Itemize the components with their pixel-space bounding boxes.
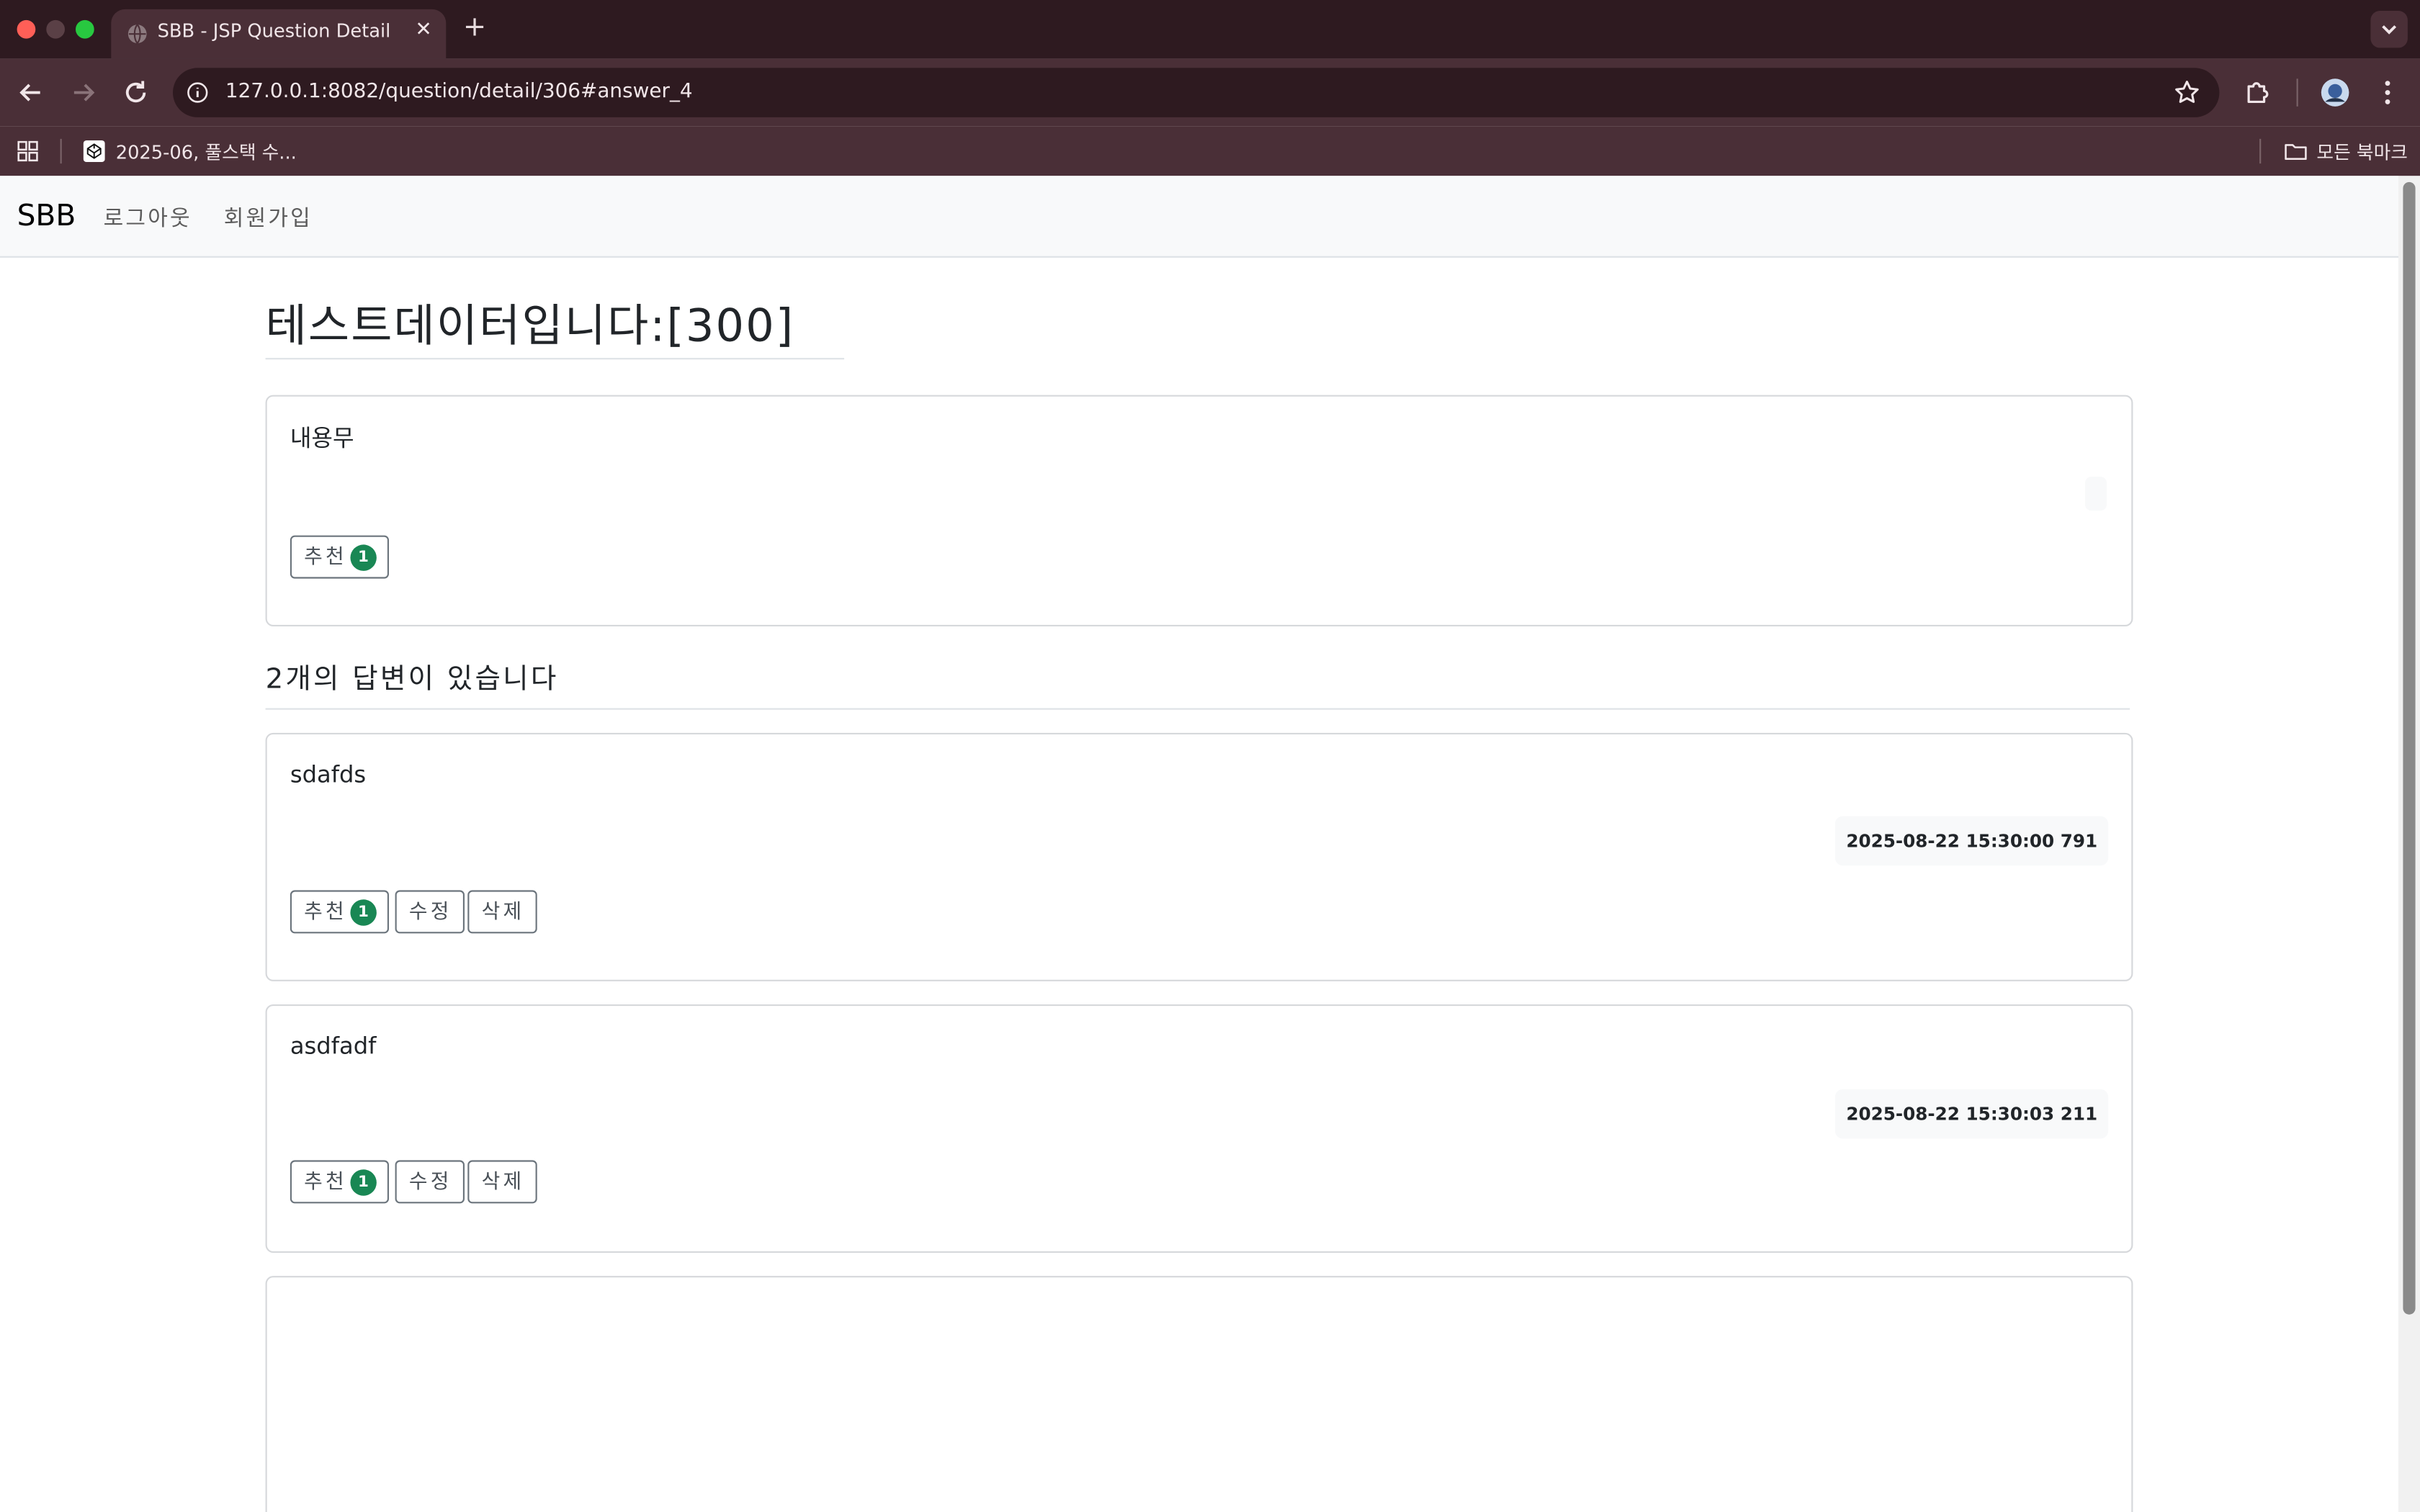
tab-title: SBB - JSP Question Detail xyxy=(157,19,391,42)
address-bar[interactable]: 127.0.0.1:8082/question/detail/306#answe… xyxy=(173,68,2220,117)
close-window-button[interactable] xyxy=(17,19,36,39)
all-bookmarks-label: 모든 북마크 xyxy=(2316,142,2408,164)
answer-content: sdafds xyxy=(290,760,367,788)
tab-close-icon[interactable]: ✕ xyxy=(415,19,431,42)
url-text: 127.0.0.1:8082/question/detail/306#answe… xyxy=(225,80,693,104)
reload-icon[interactable] xyxy=(120,77,151,108)
bookmarks-divider-right xyxy=(2259,138,2262,164)
minimize-window-button[interactable] xyxy=(46,19,65,39)
page-content: SBB 로그아웃 회원가입 테스트데이터입니다:[300] 내용무 추천 1 2개… xyxy=(0,176,2398,1512)
vote-label: 추천 xyxy=(304,546,347,570)
vote-count-badge: 1 xyxy=(350,544,377,571)
back-arrow-icon[interactable] xyxy=(15,77,46,108)
apps-grid-icon[interactable] xyxy=(17,140,39,162)
bookmarks-bar: 2025-06, 풀스택 수... 모든 북마크 xyxy=(0,126,2420,176)
all-bookmarks-button[interactable]: 모든 북마크 xyxy=(2284,127,2408,176)
site-navbar: SBB 로그아웃 회원가입 xyxy=(0,176,2398,258)
answer-vote-button[interactable]: 추천 1 xyxy=(290,1160,389,1204)
site-info-icon[interactable] xyxy=(187,82,208,104)
question-date-badge xyxy=(2085,477,2107,511)
chevron-down-icon xyxy=(2382,25,2397,35)
vote-count-badge: 1 xyxy=(350,899,377,926)
maximize-window-button[interactable] xyxy=(76,19,94,39)
answer-delete-button[interactable]: 삭제 xyxy=(467,890,537,934)
title-divider xyxy=(265,358,845,360)
browser-tab-bar: SBB - JSP Question Detail ✕ + xyxy=(0,0,2420,59)
profile-avatar-icon[interactable] xyxy=(2320,77,2351,108)
answer-edit-button[interactable]: 수정 xyxy=(395,890,465,934)
vote-count-badge: 1 xyxy=(350,1169,377,1196)
answer-content: asdfadf xyxy=(290,1032,377,1061)
browser-toolbar: 127.0.0.1:8082/question/detail/306#answe… xyxy=(0,58,2420,127)
logout-link[interactable]: 로그아웃 xyxy=(104,202,192,233)
bookmark-label: 2025-06, 풀스택 수... xyxy=(115,142,297,164)
bookmarks-divider xyxy=(60,138,62,164)
globe-icon xyxy=(127,24,147,44)
answer-card: asdfadf 2025-08-22 15:30:03 211 추천 1 수정 삭… xyxy=(265,1004,2133,1253)
answer-vote-button[interactable]: 추천 1 xyxy=(290,890,389,934)
brand-logo[interactable]: SBB xyxy=(17,199,76,233)
forward-arrow-icon[interactable] xyxy=(68,77,99,108)
answer-date-badge: 2025-08-22 15:30:03 211 xyxy=(1835,1089,2109,1139)
answer-edit-button[interactable]: 수정 xyxy=(395,1160,465,1204)
question-card: 내용무 추천 1 xyxy=(265,395,2133,626)
question-content: 내용무 xyxy=(290,424,354,452)
answer-card: sdafds 2025-08-22 15:30:00 791 추천 1 수정 삭제 xyxy=(265,732,2133,981)
answer-date-badge: 2025-08-22 15:30:00 791 xyxy=(1835,816,2109,866)
new-tab-plus-icon[interactable]: + xyxy=(463,11,486,43)
tab-search-button[interactable] xyxy=(2370,11,2408,48)
extensions-puzzle-icon[interactable] xyxy=(2243,77,2274,108)
scrollbar-thumb[interactable] xyxy=(2403,181,2416,1315)
screen-root: SBB - JSP Question Detail ✕ + 127.0.0.1:… xyxy=(0,0,2420,1512)
answers-divider xyxy=(265,708,2130,710)
toolbar-divider xyxy=(2296,78,2298,107)
active-tab[interactable]: SBB - JSP Question Detail ✕ xyxy=(111,9,447,59)
page-scrollbar[interactable] xyxy=(2398,176,2420,1512)
bookmark-star-icon[interactable] xyxy=(2173,78,2201,107)
answer-form-card[interactable] xyxy=(265,1276,2133,1512)
folder-icon xyxy=(2285,144,2307,160)
bookmark-item[interactable]: 2025-06, 풀스택 수... xyxy=(83,127,300,176)
codepen-favicon-icon xyxy=(83,140,105,162)
vote-label: 추천 xyxy=(304,1171,347,1194)
signup-link[interactable]: 회원가입 xyxy=(224,202,313,233)
answer-delete-button[interactable]: 삭제 xyxy=(467,1160,537,1204)
more-menu-icon[interactable] xyxy=(2372,77,2403,108)
vote-label: 추천 xyxy=(304,901,347,924)
question-vote-button[interactable]: 추천 1 xyxy=(290,535,389,579)
answers-heading: 2개의 답변이 있습니다 xyxy=(265,663,559,696)
page-title: 테스트데이터입니다:[300] xyxy=(265,299,795,352)
